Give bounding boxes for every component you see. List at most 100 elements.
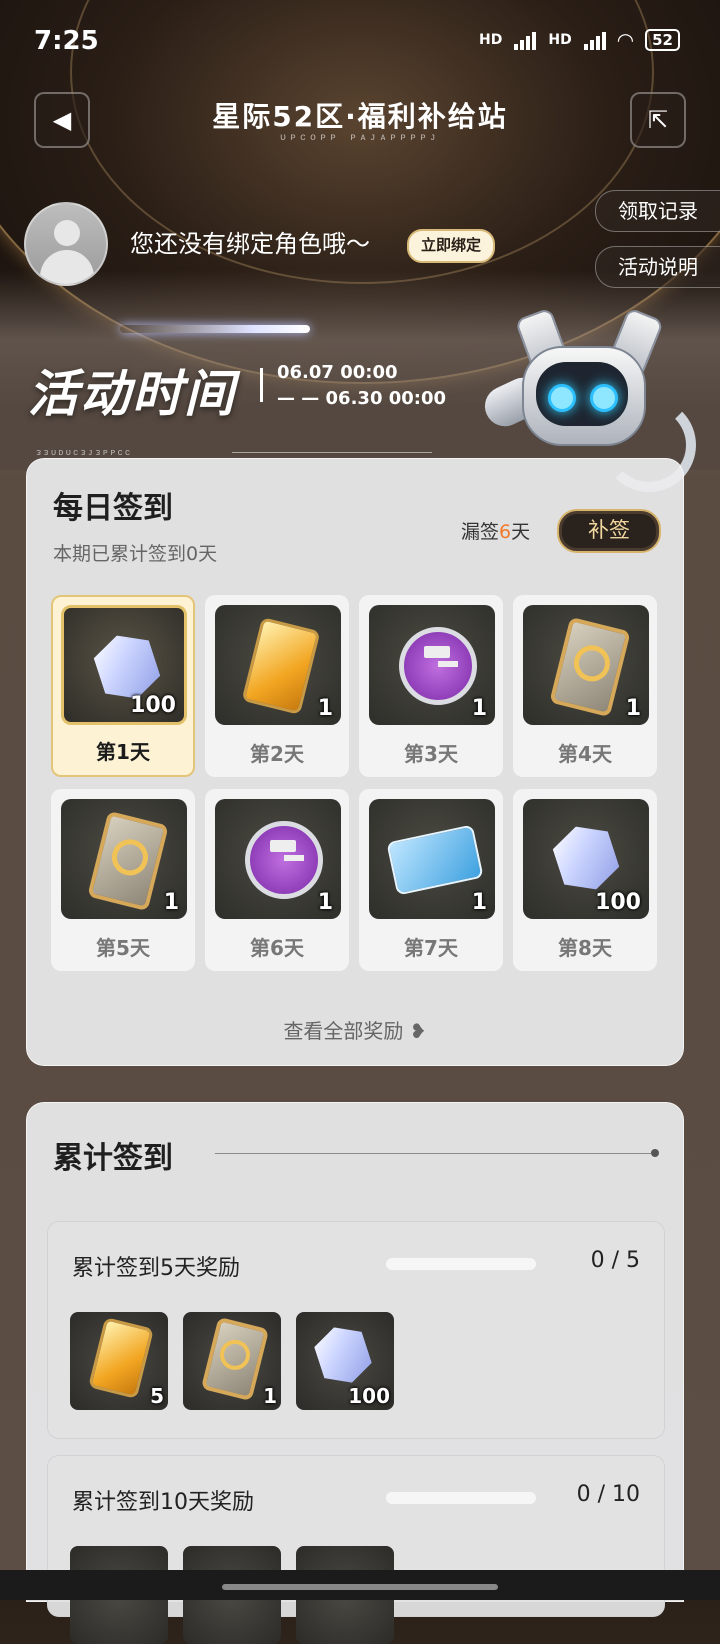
reward-title: 累计签到10天奖励	[72, 1490, 254, 1515]
reward-qty: 1	[317, 890, 333, 915]
status-icons: HD HD ◠ 52	[479, 28, 680, 52]
status-bar: 7:25 HD HD ◠ 52	[0, 0, 720, 80]
bind-now-button[interactable]: 立即绑定	[407, 229, 496, 263]
day-card[interactable]: 1 第2天	[205, 595, 349, 777]
day-label: 第6天	[250, 936, 304, 960]
reward-items: 5 1 100	[70, 1312, 394, 1410]
day-card[interactable]: 1 第4天	[513, 595, 657, 777]
day-card[interactable]: 1 第6天	[205, 789, 349, 971]
ticket-icon	[386, 824, 484, 896]
reward-item[interactable]: 100	[296, 1312, 394, 1410]
ring-card-icon	[200, 1316, 270, 1402]
hammer-coin-icon	[245, 821, 323, 899]
cumulative-signin-card: 累计签到 累计签到5天奖励 0 / 5 5 1 100 累计签到10天奖励 0 …	[26, 1102, 684, 1644]
reward-qty: 1	[163, 890, 179, 915]
page-subtitle: ᴜᴘᴄᴏᴘᴘ ᴘᴀᴊᴀᴘᴘᴘᴘᴊ	[279, 132, 441, 143]
reward-qty: 1	[625, 696, 641, 721]
makeup-signin-button[interactable]: 补签	[557, 509, 661, 553]
reward-item[interactable]: 5	[70, 1312, 168, 1410]
day-label: 第4天	[558, 742, 612, 766]
reward-thumb: 1	[369, 605, 495, 725]
progress-bar	[386, 1492, 536, 1504]
reward-thumb: 100	[61, 605, 187, 725]
day-card[interactable]: 1 第3天	[359, 595, 503, 777]
signal-icon	[514, 30, 537, 50]
day-label: 第2天	[250, 742, 304, 766]
day-label: 第8天	[558, 936, 612, 960]
spaceship-streak	[120, 325, 310, 333]
reward-qty: 100	[595, 890, 641, 915]
gem-icon	[310, 1320, 375, 1391]
decorative-line	[215, 1153, 655, 1154]
day-card[interactable]: 100 第1天	[51, 595, 195, 777]
robot-eye	[590, 384, 618, 412]
reward-title: 累计签到5天奖励	[72, 1256, 240, 1281]
reward-qty: 1	[471, 696, 487, 721]
day-card[interactable]: 100 第8天	[513, 789, 657, 971]
reward-qty: 1	[471, 890, 487, 915]
day-card[interactable]: 1 第5天	[51, 789, 195, 971]
reward-qty: 5	[150, 1384, 164, 1408]
missed-count: 6	[499, 521, 512, 543]
gold-card-icon	[88, 1317, 154, 1399]
divider	[260, 368, 263, 402]
day-grid: 100 第1天 1 第2天 1 第3天 1 第4天 1 第5天 1 第6天 1 …	[51, 595, 663, 971]
activity-start-time: 06.07 00:00	[277, 362, 398, 383]
day-label: 第7天	[404, 936, 458, 960]
reward-thumb: 1	[215, 605, 341, 725]
view-all-rewards-link[interactable]: 查看全部奖励 ❥	[27, 1015, 683, 1044]
decorative-line	[232, 452, 432, 453]
reward-thumb: 1	[523, 605, 649, 725]
daily-signin-card: 每日签到 本期已累计签到0天 漏签6天 补签 100 第1天 1 第2天 1 第…	[26, 458, 684, 1066]
network-label: HD	[548, 32, 572, 48]
claim-records-button[interactable]: 领取记录	[595, 190, 720, 232]
cumulative-reward-5: 累计签到5天奖励 0 / 5 5 1 100	[47, 1221, 665, 1439]
page-title: 星际52区·福利补给站	[212, 100, 508, 133]
avatar-body-shape	[40, 250, 94, 284]
avatar-head-shape	[54, 220, 80, 246]
hammer-coin-icon	[399, 627, 477, 705]
missed-prefix: 漏签	[461, 521, 500, 543]
gold-card-icon	[241, 617, 321, 715]
ring-card-icon	[549, 616, 631, 718]
missed-suffix: 天	[511, 521, 531, 543]
share-button[interactable]: ⇱	[630, 92, 686, 148]
decorative-dot	[651, 1149, 659, 1157]
status-time: 7:25	[34, 26, 99, 56]
progress-text: 0 / 5	[590, 1248, 640, 1273]
day-label: 第1天	[96, 740, 150, 764]
activity-end-time: — — 06.30 00:00	[277, 388, 447, 409]
share-icon: ⇱	[647, 106, 669, 134]
reward-thumb: 1	[369, 799, 495, 919]
progress-bar	[386, 1258, 536, 1270]
activity-time-title: 活动时间	[28, 365, 236, 423]
signal-icon	[583, 30, 606, 50]
decorative-code-text: ᴈᴈᴜᴅᴜᴄᴈᴊᴈᴘᴘᴄᴄ	[36, 448, 133, 458]
gem-icon	[548, 818, 624, 899]
ring-card-icon	[87, 810, 169, 912]
missed-days-text: 漏签6天	[461, 517, 530, 544]
reward-qty: 1	[317, 696, 333, 721]
daily-signin-subtitle: 本期已累计签到0天	[53, 543, 218, 565]
reward-qty: 100	[348, 1384, 390, 1408]
day-label: 第5天	[96, 936, 150, 960]
reward-thumb: 100	[523, 799, 649, 919]
robot-mascot	[478, 307, 696, 492]
home-indicator[interactable]	[222, 1584, 498, 1590]
reward-thumb: 1	[61, 799, 187, 919]
battery-icon: 52	[645, 29, 680, 51]
robot-eye	[548, 384, 576, 412]
avatar[interactable]	[24, 202, 108, 286]
reward-item[interactable]: 1	[183, 1312, 281, 1410]
daily-signin-title: 每日签到	[53, 491, 173, 526]
reward-qty: 1	[263, 1384, 277, 1408]
wifi-icon: ◠	[617, 28, 634, 52]
day-label: 第3天	[404, 742, 458, 766]
day-card[interactable]: 1 第7天	[359, 789, 503, 971]
cumulative-signin-title: 累计签到	[53, 1141, 173, 1176]
progress-text: 0 / 10	[576, 1482, 640, 1507]
reward-qty: 100	[130, 693, 176, 718]
reward-thumb: 1	[215, 799, 341, 919]
activity-rules-button[interactable]: 活动说明	[595, 246, 720, 288]
network-label: HD	[479, 32, 503, 48]
